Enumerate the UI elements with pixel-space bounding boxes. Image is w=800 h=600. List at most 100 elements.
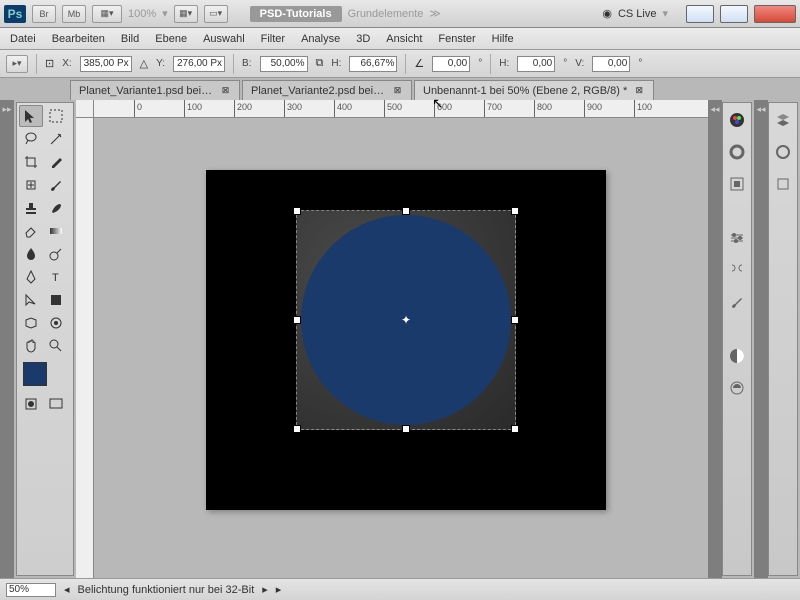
layers-icon[interactable] [772,109,794,131]
handle-bm[interactable] [402,425,410,433]
handle-tl[interactable] [293,207,301,215]
right-collapse-strip-2[interactable]: ◂◂ [754,100,768,578]
ruler-horizontal[interactable]: 0 100 200 300 400 500 600 700 800 900 10… [94,100,708,118]
skew-v-input[interactable] [592,56,630,72]
layers-panel-icon[interactable] [726,345,748,367]
type-tool[interactable]: T [44,266,68,288]
brush-panel-icon[interactable] [726,291,748,313]
dodge-tool[interactable] [44,243,68,265]
cslive-dropdown-icon[interactable]: ▾ [662,7,668,20]
3d-tool[interactable] [19,312,43,334]
link-icon[interactable]: ⧉ [316,57,324,70]
marquee-tool[interactable] [44,105,68,127]
delta-icon[interactable]: △ [140,57,148,70]
menu-ebene[interactable]: Ebene [155,33,187,45]
wand-tool[interactable] [44,128,68,150]
handle-ml[interactable] [293,316,301,324]
handle-br[interactable] [511,425,519,433]
eyedropper-tool[interactable] [44,151,68,173]
menu-ansicht[interactable]: Ansicht [386,33,422,45]
adjustments-panel-icon[interactable] [726,227,748,249]
canvas[interactable]: ✦ [206,170,606,510]
screenmode-button[interactable]: ▭▾ [204,5,228,23]
tool-preset-button[interactable]: ▸▾ [6,55,28,73]
channels-icon[interactable] [772,141,794,163]
workspace-grundelemente[interactable]: Grundelemente [348,8,424,20]
h-input[interactable] [349,56,397,72]
foreground-color[interactable] [23,362,47,386]
menu-fenster[interactable]: Fenster [438,33,475,45]
transform-box[interactable]: ✦ [296,210,516,430]
close-icon[interactable]: ⊠ [220,85,231,97]
crop-tool[interactable] [19,151,43,173]
paths-icon[interactable] [772,173,794,195]
menu-filter[interactable]: Filter [261,33,285,45]
tab-doc2[interactable]: Planet_Variante2.psd bei 10…⊠ [242,80,412,100]
tab-doc3[interactable]: Unbenannt-1 bei 50% (Ebene 2, RGB/8) *⊠ [414,80,654,100]
menu-datei[interactable]: Datei [10,33,36,45]
zoom-tool[interactable] [44,335,68,357]
next-icon[interactable]: ▸ [262,583,268,596]
window-maximize[interactable] [720,5,748,23]
info-dropdown-icon[interactable]: ▸ [276,583,282,596]
quickmask-button[interactable] [19,393,43,415]
healing-tool[interactable] [19,174,43,196]
path-tool[interactable] [19,289,43,311]
center-point-icon[interactable]: ✦ [400,314,412,326]
3d-camera-tool[interactable] [44,312,68,334]
ruler-vertical[interactable] [76,118,94,578]
pen-tool[interactable] [19,266,43,288]
stamp-tool[interactable] [19,197,43,219]
history-brush-tool[interactable] [44,197,68,219]
cslive-icon[interactable]: ◉ [602,7,612,20]
menu-analyse[interactable]: Analyse [301,33,340,45]
reference-point-icon[interactable]: ⊡ [45,57,54,70]
handle-tr[interactable] [511,207,519,215]
left-collapse-strip[interactable]: ▸▸ [0,100,14,578]
menu-auswahl[interactable]: Auswahl [203,33,245,45]
angle-input[interactable] [432,56,470,72]
move-tool[interactable] [19,105,43,127]
cslive-label[interactable]: CS Live [618,8,657,20]
workspace-more-icon[interactable]: ≫ [429,7,441,20]
zoom-input[interactable] [6,583,56,597]
blur-tool[interactable] [19,243,43,265]
arrange-button[interactable]: ▦▾ [174,5,198,23]
handle-tm[interactable] [402,207,410,215]
eraser-tool[interactable] [19,220,43,242]
channels-panel-icon[interactable] [726,377,748,399]
zoom-dropdown-icon[interactable]: ▾ [162,7,168,20]
swatches-panel-icon[interactable] [726,141,748,163]
ruler-origin[interactable] [76,100,94,118]
color-panel-icon[interactable] [726,109,748,131]
close-icon[interactable]: ⊠ [633,85,645,97]
brush-tool[interactable] [44,174,68,196]
screenmode-tool[interactable] [44,393,68,415]
menu-bild[interactable]: Bild [121,33,139,45]
shape-tool[interactable] [44,289,68,311]
w-input[interactable] [260,56,308,72]
window-minimize[interactable] [686,5,714,23]
prev-icon[interactable]: ◂ [64,583,70,596]
x-input[interactable] [80,56,132,72]
view-extras-button[interactable]: ▦▾ [92,5,122,23]
tab-doc1[interactable]: Planet_Variante1.psd bei 10…⊠ [70,80,240,100]
masks-panel-icon[interactable] [726,259,748,281]
window-close[interactable] [754,5,796,23]
bridge-button[interactable]: Br [32,5,56,23]
skew-h-input[interactable] [517,56,555,72]
handle-bl[interactable] [293,425,301,433]
workspace-psdtutorials[interactable]: PSD-Tutorials [250,6,342,22]
gradient-tool[interactable] [44,220,68,242]
close-icon[interactable]: ⊠ [392,85,403,97]
menu-bearbeiten[interactable]: Bearbeiten [52,33,105,45]
lasso-tool[interactable] [19,128,43,150]
menu-hilfe[interactable]: Hilfe [492,33,514,45]
styles-panel-icon[interactable] [726,173,748,195]
right-collapse-strip-1[interactable]: ◂◂ [708,100,722,578]
minibridge-button[interactable]: Mb [62,5,86,23]
menu-3d[interactable]: 3D [356,33,370,45]
handle-mr[interactable] [511,316,519,324]
hand-tool[interactable] [19,335,43,357]
y-input[interactable] [173,56,225,72]
